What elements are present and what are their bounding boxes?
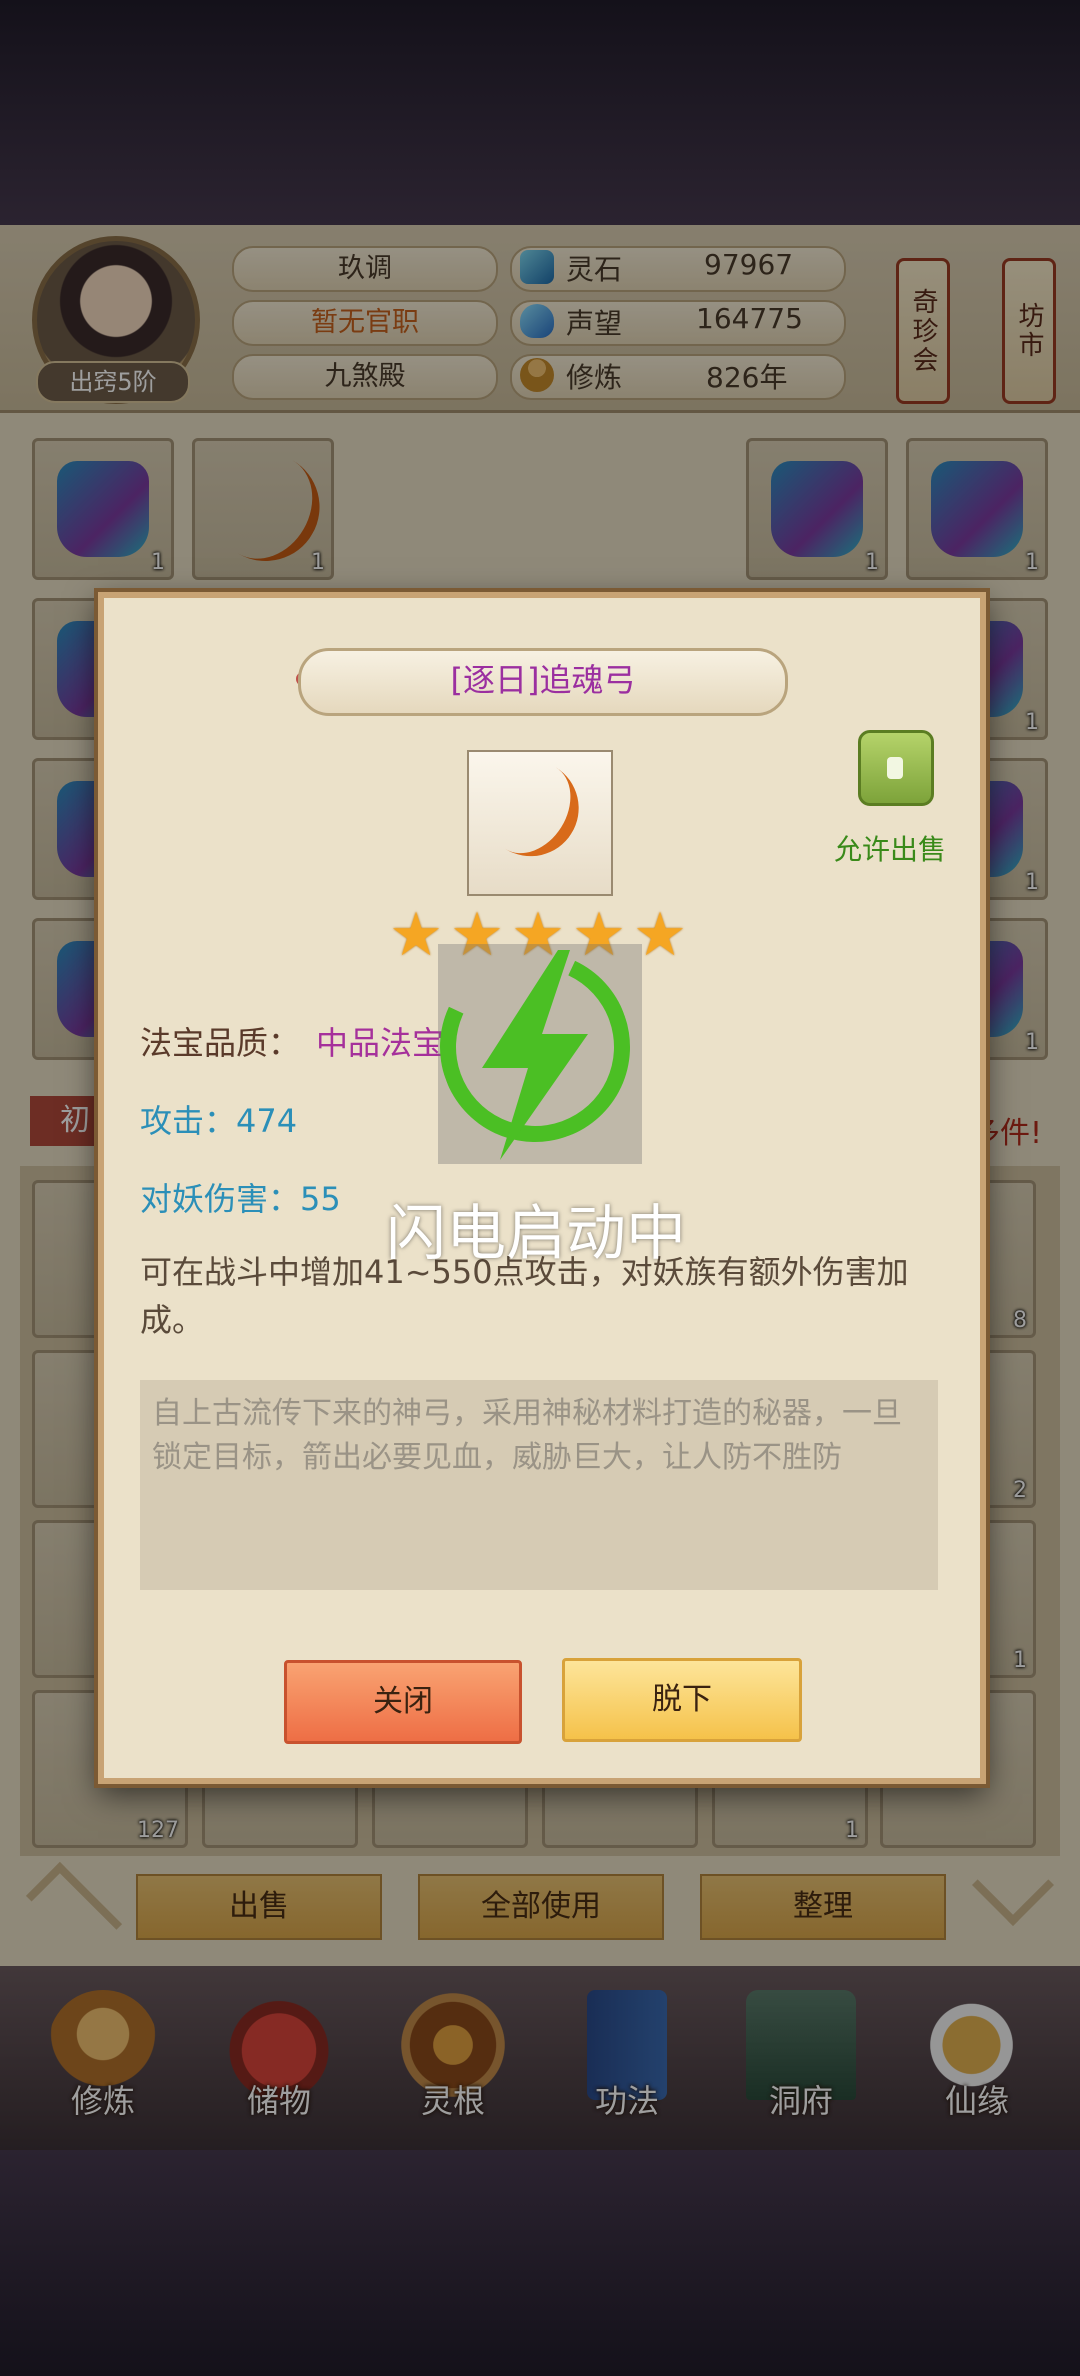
demon-damage-stat: 对妖伤害：55 — [140, 1180, 341, 1218]
unlock-icon[interactable] — [858, 730, 934, 806]
lore-text: 自上古流传下来的神弓，采用神秘材料打造的秘器，一旦锁定目标，箭出必要见血，威胁巨… — [152, 1396, 902, 1475]
item-preview — [467, 750, 613, 896]
top-letterbox — [0, 0, 1080, 225]
attack-stat: 攻击：474 — [140, 1102, 298, 1140]
quality-value: 中品法宝 — [316, 1024, 445, 1062]
item-title: [逐日]追魂弓 — [298, 648, 788, 716]
quality-label: 法宝品质： — [140, 1024, 301, 1062]
bottom-letterbox — [0, 2150, 1080, 2376]
bow-icon — [483, 753, 597, 875]
allow-sale-label: 允许出售 — [834, 833, 947, 866]
close-button[interactable]: 关闭 — [284, 1660, 522, 1744]
star-icon: ★ — [389, 900, 443, 970]
unequip-button[interactable]: 脱下 — [562, 1658, 802, 1742]
lightning-bolt-icon — [482, 950, 588, 1160]
loading-text: 闪电启动中 — [386, 1199, 686, 1269]
